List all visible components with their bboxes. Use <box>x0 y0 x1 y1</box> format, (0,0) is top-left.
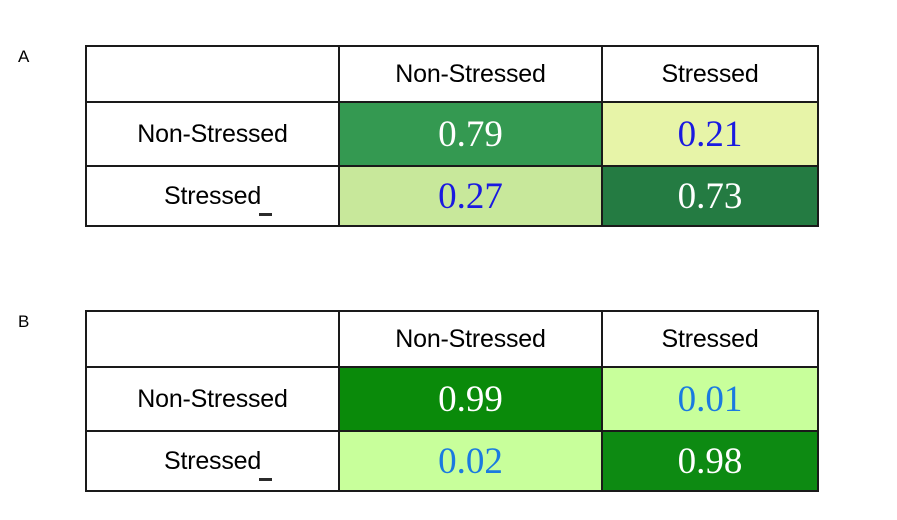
confusion-matrix-a: Non-Stressed Stressed Non-Stressed 0.79 … <box>85 45 819 227</box>
matrix-a-cell-1-1: 0.73 <box>601 165 819 227</box>
table-row: Non-Stressed 0.99 0.01 <box>85 366 819 432</box>
matrix-a-corner-cell <box>85 45 340 103</box>
matrix-a-col-header-non-stressed: Non-Stressed <box>338 45 603 103</box>
table-row: Stressed 0.27 0.73 <box>85 165 819 227</box>
matrix-a-row-header-non-stressed: Non-Stressed <box>85 101 340 167</box>
table-row: Stressed 0.02 0.98 <box>85 430 819 492</box>
matrix-a-cell-0-1: 0.21 <box>601 101 819 167</box>
matrix-b-row-header-stressed: Stressed <box>85 430 340 492</box>
matrix-b-col-header-non-stressed: Non-Stressed <box>338 310 603 368</box>
table-row: Non-Stressed Stressed <box>85 45 819 103</box>
matrix-b-cell-0-0: 0.99 <box>338 366 603 432</box>
matrix-b-cell-0-1: 0.01 <box>601 366 819 432</box>
matrix-b-corner-cell <box>85 310 340 368</box>
matrix-b-col-header-stressed: Stressed <box>601 310 819 368</box>
matrix-b-cell-1-0: 0.02 <box>338 430 603 492</box>
matrix-b-row-header-stressed-label: Stressed <box>163 446 262 475</box>
panel-b-letter: B <box>18 312 30 331</box>
confusion-matrix-b: Non-Stressed Stressed Non-Stressed 0.99 … <box>85 310 819 492</box>
underscore-artifact-icon <box>259 478 272 481</box>
matrix-a-col-header-stressed: Stressed <box>601 45 819 103</box>
panel-a-letter: A <box>18 47 30 66</box>
table-row: Non-Stressed 0.79 0.21 <box>85 101 819 167</box>
matrix-a-row-header-stressed: Stressed <box>85 165 340 227</box>
matrix-a-cell-1-0: 0.27 <box>338 165 603 227</box>
matrix-a-row-header-stressed-label: Stressed <box>163 181 262 210</box>
matrix-b-cell-1-1: 0.98 <box>601 430 819 492</box>
matrix-a-cell-0-0: 0.79 <box>338 101 603 167</box>
underscore-artifact-icon <box>259 213 272 216</box>
table-row: Non-Stressed Stressed <box>85 310 819 368</box>
matrix-b-row-header-non-stressed: Non-Stressed <box>85 366 340 432</box>
